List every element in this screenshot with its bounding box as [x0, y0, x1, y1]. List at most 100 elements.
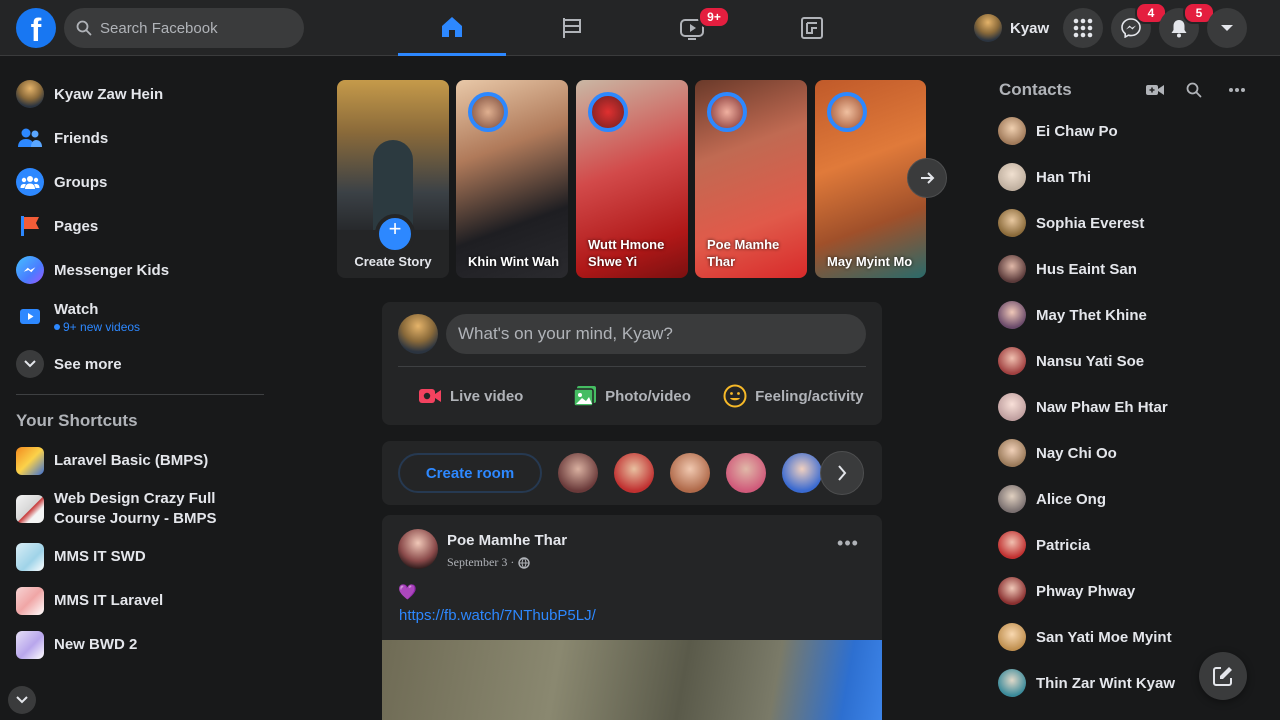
shortcut-label: Laravel Basic (BMPS) [54, 452, 209, 469]
create-room-button[interactable]: Create room [398, 453, 542, 493]
avatar[interactable] [398, 529, 438, 569]
story-card[interactable]: Wutt Hmone Shwe Yi [576, 80, 688, 278]
top-navigation-bar: f 9+ Kyaw 4 5 [0, 0, 1280, 56]
tab-home[interactable] [398, 0, 506, 56]
avatar [998, 301, 1026, 329]
tab-marketplace[interactable] [758, 0, 866, 56]
story-name: May Myint Mo [827, 254, 913, 269]
contact-item[interactable]: Alice Ong [998, 481, 1106, 517]
story-avatar-ring [707, 92, 747, 132]
contacts-options-button[interactable] [1225, 78, 1249, 102]
sidebar-item-label: Pages [54, 217, 99, 235]
notifications-button[interactable]: 5 [1159, 2, 1215, 48]
post-link[interactable]: https://fb.watch/7NThubP5LJ/ [399, 607, 596, 624]
gaming-icon [801, 17, 823, 39]
shortcut-item[interactable]: Laravel Basic (BMPS) [8, 439, 272, 483]
post-meta: September 3 · [447, 555, 531, 570]
contact-item[interactable]: San Yati Moe Myint [998, 619, 1172, 655]
sidebar-item-pages[interactable]: Pages [8, 204, 272, 248]
photo-video-button[interactable]: Photo/video [551, 374, 712, 418]
contact-item[interactable]: Sophia Everest [998, 205, 1144, 241]
story-avatar-ring [827, 92, 867, 132]
contact-name: Thin Zar Wint Kyaw [1036, 674, 1176, 692]
plus-icon: + [375, 214, 415, 254]
create-story-photo [337, 80, 449, 230]
contact-item[interactable]: Nay Chi Oo [998, 435, 1117, 471]
room-avatar[interactable] [558, 453, 598, 493]
groups-icon [16, 168, 44, 196]
contact-item[interactable]: Ei Chaw Po [998, 113, 1118, 149]
profile-chip[interactable]: Kyaw [970, 8, 1057, 48]
messenger-kids-icon [16, 256, 44, 284]
sidebar-item-label: Groups [54, 173, 108, 191]
contact-name: Nansu Yati Soe [1036, 352, 1145, 370]
pages-flag-icon [16, 212, 44, 240]
contact-item[interactable]: Nansu Yati Soe [998, 343, 1144, 379]
shortcut-label: New BWD 2 [54, 636, 138, 653]
chevron-down-icon [16, 350, 44, 378]
room-avatar[interactable] [670, 453, 710, 493]
post-date[interactable]: September 3 · [447, 555, 514, 570]
shortcut-item[interactable]: Web Design Crazy Full Course Journy - BM… [8, 483, 272, 535]
friends-icon [16, 124, 44, 152]
room-avatar[interactable] [614, 453, 654, 493]
live-video-button[interactable]: Live video [390, 374, 551, 418]
globe-icon [518, 556, 531, 569]
create-story-card[interactable]: + Create Story [337, 80, 449, 278]
facebook-logo-icon[interactable]: f [16, 8, 56, 48]
new-room-button[interactable] [1143, 78, 1167, 102]
contact-item[interactable]: Patricia [998, 527, 1090, 563]
contact-item[interactable]: Naw Phaw Eh Htar [998, 389, 1168, 425]
avatar [998, 577, 1026, 605]
contact-item[interactable]: Hus Eaint San [998, 251, 1137, 287]
shortcuts-expand-button[interactable] [8, 686, 36, 714]
sidebar-item-groups[interactable]: Groups [8, 160, 272, 204]
sidebar-item-friends[interactable]: Friends [8, 116, 272, 160]
shortcut-item[interactable]: MMS IT Laravel [8, 579, 272, 623]
rooms-next-button[interactable] [820, 451, 864, 495]
contact-item[interactable]: Phway Phway [998, 573, 1135, 609]
contact-name: Sophia Everest [1036, 214, 1145, 232]
composer-input[interactable]: What's on your mind, Kyaw? [446, 314, 866, 354]
post-options-button[interactable]: ••• [832, 533, 864, 557]
messenger-button[interactable]: 4 [1111, 2, 1167, 48]
room-avatar[interactable] [782, 453, 822, 493]
story-card[interactable]: Khin Wint Wah [456, 80, 568, 278]
sidebar-item-label: Watch [54, 300, 99, 318]
avatar [998, 393, 1026, 421]
search-box[interactable] [64, 8, 304, 48]
avatar [998, 439, 1026, 467]
story-avatar-ring [468, 92, 508, 132]
post-author[interactable]: Poe Mamhe Thar [447, 532, 567, 549]
search-input[interactable] [100, 19, 290, 37]
sidebar-see-more[interactable]: See more [8, 342, 272, 386]
compose-icon [1213, 667, 1232, 686]
shortcuts-title: Your Shortcuts [16, 411, 138, 430]
shortcut-item[interactable]: MMS IT SWD [8, 535, 272, 579]
stories-next-button[interactable] [907, 158, 947, 198]
room-avatar[interactable] [726, 453, 766, 493]
shortcut-item[interactable]: New BWD 2 [8, 623, 272, 667]
more-icon [1229, 88, 1245, 92]
post-media[interactable] [382, 640, 882, 720]
tab-pages[interactable] [518, 0, 626, 56]
menu-button[interactable] [1063, 8, 1103, 48]
tab-watch[interactable]: 9+ [638, 0, 746, 56]
watch-badge: 9+ [698, 6, 730, 28]
profile-name: Kyaw [1010, 19, 1050, 37]
create-story-label: Create Story [354, 254, 432, 269]
sidebar-item-watch[interactable]: Watch 9+ new videos [8, 292, 272, 342]
story-card[interactable]: Poe Mamhe Thar [695, 80, 807, 278]
new-message-button[interactable] [1199, 652, 1247, 700]
account-menu-button[interactable] [1207, 8, 1247, 48]
feeling-activity-button[interactable]: Feeling/activity [713, 374, 874, 418]
sidebar-item-profile[interactable]: Kyaw Zaw Hein [8, 72, 272, 116]
contact-item[interactable]: Thin Zar Wint Kyaw [998, 665, 1175, 701]
search-contacts-button[interactable] [1182, 78, 1206, 102]
contact-item[interactable]: May Thet Khine [998, 297, 1147, 333]
search-icon [76, 20, 92, 36]
contacts-title: Contacts [999, 80, 1072, 99]
caret-down-icon [1221, 25, 1233, 31]
sidebar-item-messenger-kids[interactable]: Messenger Kids [8, 248, 272, 292]
contact-item[interactable]: Han Thi [998, 159, 1091, 195]
